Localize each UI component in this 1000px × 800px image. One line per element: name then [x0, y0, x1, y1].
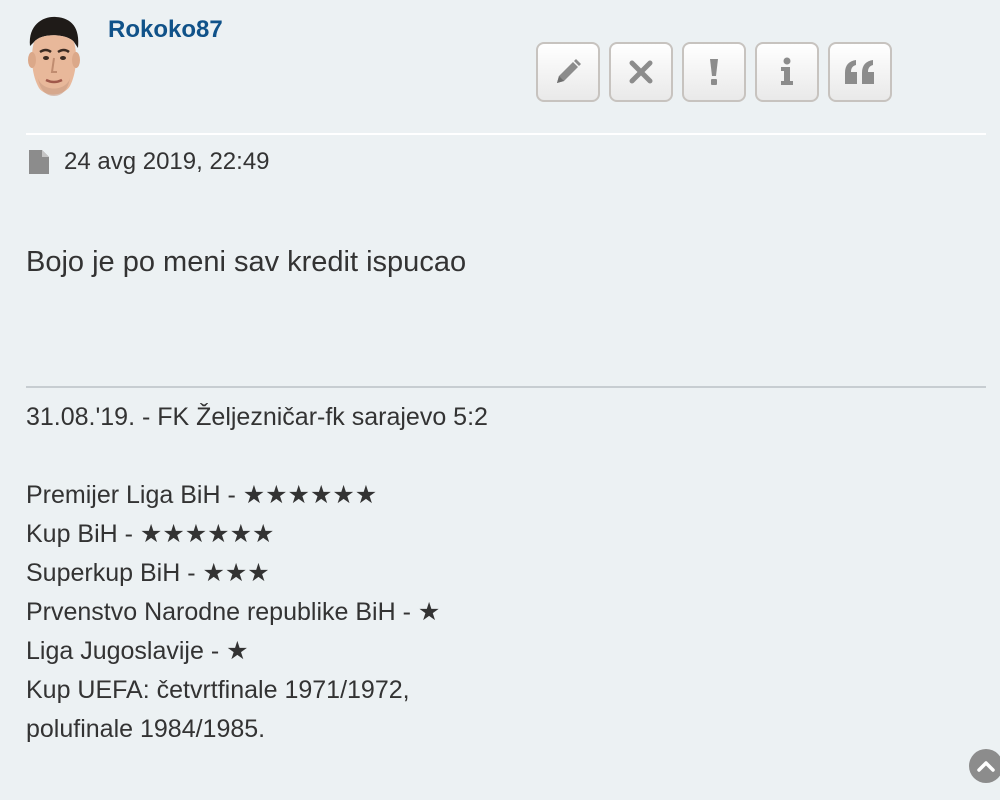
signature-line: Kup UEFA: četvrtfinale 1971/1972,: [26, 676, 410, 704]
signature-line: Superkup BiH - ★★★: [26, 559, 270, 587]
header-divider: [26, 133, 986, 135]
signature-line: polufinale 1984/1985.: [26, 715, 266, 743]
report-button[interactable]: [682, 42, 746, 102]
post-file-icon[interactable]: [28, 149, 50, 175]
avatar-image: [28, 16, 80, 96]
post-container: Rokoko87 24 avg 2019, 22:49 Bojo je po m…: [0, 0, 1000, 800]
post-date: 24 avg 2019, 22:49: [64, 148, 270, 175]
post-content: Bojo je po meni sav kredit ispucao: [26, 246, 467, 278]
avatar[interactable]: [22, 12, 86, 102]
signature-line: Premijer Liga BiH - ★★★★★★: [26, 481, 378, 509]
signature-divider: [26, 386, 986, 388]
signature-line: 31.08.'19. - FK Željezničar-fk sarajevo …: [26, 403, 488, 431]
post-author-link[interactable]: Rokoko87: [108, 16, 223, 44]
delete-button[interactable]: [609, 42, 673, 102]
pencil-icon: [557, 59, 581, 83]
quote-button[interactable]: [828, 42, 892, 102]
signature: 31.08.'19. - FK Željezničar-fk sarajevo …: [26, 398, 488, 749]
post-toolbar: [536, 42, 892, 102]
edit-button[interactable]: [536, 42, 600, 102]
chevron-up-icon: [977, 761, 995, 772]
exclamation-icon: [710, 59, 718, 85]
info-icon: [781, 57, 793, 85]
signature-blank-line: [26, 437, 488, 476]
info-button[interactable]: [755, 42, 819, 102]
signature-line: Prvenstvo Narodne republike BiH - ★: [26, 598, 441, 626]
post-meta: 24 avg 2019, 22:49: [28, 148, 270, 176]
close-icon: [629, 60, 653, 84]
back-to-top-button[interactable]: [969, 749, 1000, 783]
signature-line: Liga Jugoslavije - ★: [26, 637, 249, 665]
signature-line: Kup BiH - ★★★★★★: [26, 520, 275, 548]
quote-icon: [845, 60, 874, 84]
